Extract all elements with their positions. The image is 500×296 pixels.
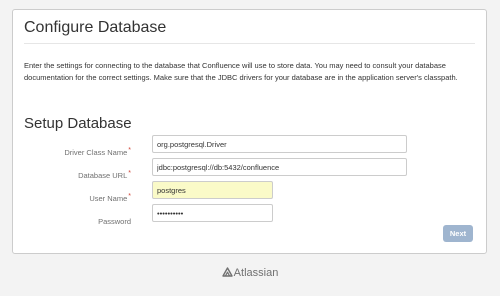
atlassian-logo: Atlassian: [0, 267, 500, 279]
required-marker: *: [128, 193, 131, 200]
required-marker: *: [128, 170, 131, 177]
user-name-label-text: User Name: [89, 194, 128, 203]
required-marker: *: [128, 147, 131, 154]
atlassian-logo-icon: [221, 267, 233, 277]
database-url-input[interactable]: [152, 158, 407, 176]
database-url-label: Database URL*: [13, 170, 131, 180]
password-label-text: Password: [98, 217, 131, 226]
password-label: Password: [13, 217, 131, 226]
driver-class-name-label: Driver Class Name*: [13, 147, 131, 157]
driver-class-name-input[interactable]: [152, 135, 407, 153]
user-name-label: User Name*: [13, 193, 131, 203]
user-name-input[interactable]: [152, 181, 273, 199]
configure-database-panel: Configure Database Enter the settings fo…: [12, 9, 487, 254]
atlassian-logo-text: Atlassian: [233, 267, 279, 279]
password-input[interactable]: [152, 204, 273, 222]
intro-text: Enter the settings for connecting to the…: [24, 61, 458, 82]
driver-class-name-label-text: Driver Class Name: [64, 148, 128, 157]
title-divider: [24, 43, 475, 44]
page-title: Configure Database: [24, 19, 167, 36]
section-title: Setup Database: [24, 115, 132, 132]
next-button[interactable]: Next: [443, 225, 473, 242]
database-url-label-text: Database URL: [78, 171, 128, 180]
